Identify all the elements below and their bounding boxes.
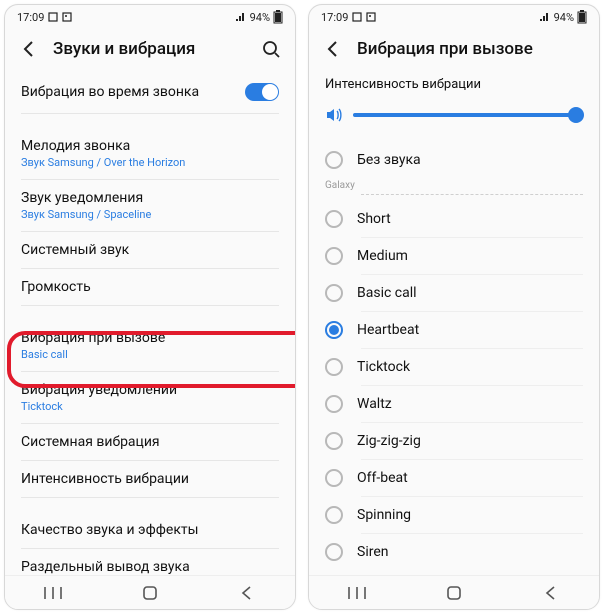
row-vibrate-on-call[interactable]: Вибрация во время звонка [5,73,295,113]
option-label: Spinning [357,507,411,523]
row-sub: Звук Samsung / Over the Horizon [21,156,279,169]
row-sub: Ticktock [21,400,279,413]
row-notif-vibration[interactable]: Вибрация уведомлений Ticktock [5,372,295,423]
intensity-slider-row [309,100,599,142]
option-siren[interactable]: Siren [309,534,599,570]
phone-left: 17:09 94% Звуки и вибрация Вибрация во в… [4,4,296,610]
vibration-options: Интенсивность вибрации Без звука Galaxy … [309,73,599,575]
radio-icon [325,247,343,265]
option-label: Без звука [357,152,421,168]
back-icon[interactable] [19,39,39,59]
gallery-icon [366,12,376,22]
nav-back-icon[interactable] [540,582,562,604]
radio-icon [325,284,343,302]
option-ticktock[interactable]: Ticktock [309,349,599,385]
row-split-output[interactable]: Раздельный вывод звука Воспроизведение з… [5,549,295,575]
status-time: 17:09 [321,11,348,24]
option-label: Basic call [357,285,417,301]
screenshot-icon [352,12,362,22]
row-label: Раздельный вывод звука [21,559,279,575]
status-bar: 17:09 94% [309,5,599,29]
radio-icon [325,210,343,228]
page-title: Вибрация при вызове [357,39,585,59]
search-icon[interactable] [261,39,281,59]
header: Вибрация при вызове [309,29,599,73]
option-short[interactable]: Short [309,201,599,237]
intensity-label: Интенсивность вибрации [309,73,599,100]
option-label: Off-beat [357,470,408,486]
sound-icon [325,106,343,124]
row-vib-intensity[interactable]: Интенсивность вибрации [5,461,295,497]
option-label: Heartbeat [357,322,419,338]
page-title: Звуки и вибрация [53,39,247,59]
screenshot-icon [48,12,58,22]
row-sound-quality[interactable]: Качество звука и эффекты [5,512,295,548]
battery-percent: 94% [250,11,270,24]
nav-bar [309,575,599,609]
option-basic[interactable]: Basic call [309,275,599,311]
radio-icon [325,321,343,339]
option-silent[interactable]: Без звука [309,142,599,178]
row-label: Системная вибрация [21,434,279,450]
row-notif-sound[interactable]: Звук уведомления Звук Samsung / Spacelin… [5,180,295,231]
radio-icon [325,506,343,524]
battery-icon [577,10,587,24]
nav-recents-icon[interactable] [346,582,368,604]
option-waltz[interactable]: Waltz [309,386,599,422]
row-system-sound[interactable]: Системный звук [5,232,295,268]
row-label: Интенсивность вибрации [21,471,279,487]
battery-percent: 94% [554,11,574,24]
radio-icon [325,395,343,413]
intensity-slider[interactable] [353,113,583,117]
row-label: Вибрация во время звонка [21,84,199,100]
row-label: Мелодия звонка [21,138,279,154]
nav-home-icon[interactable] [139,582,161,604]
option-label: Siren [357,544,389,560]
signal-icon [539,12,551,22]
toggle-vibrate[interactable] [245,83,279,101]
status-bar: 17:09 94% [5,5,295,29]
row-label: Качество звука и эффекты [21,522,279,538]
nav-bar [5,575,295,609]
radio-icon [325,543,343,561]
header: Звуки и вибрация [5,29,295,73]
row-volume[interactable]: Громкость [5,269,295,305]
battery-icon [273,10,283,24]
nav-recents-icon[interactable] [42,582,64,604]
row-label: Вибрация при вызове [21,330,279,346]
radio-icon [325,358,343,376]
option-label: Short [357,211,391,227]
option-label: Ticktock [357,359,410,375]
signal-icon [235,12,247,22]
row-system-vibration[interactable]: Системная вибрация [5,424,295,460]
phone-right: 17:09 94% Вибрация при вызове Интенсивно… [308,4,600,610]
option-offbeat[interactable]: Off-beat [309,460,599,496]
settings-list: Вибрация во время звонка Мелодия звонка … [5,73,295,575]
row-call-vibration[interactable]: Вибрация при вызове Basic call [5,320,295,371]
radio-icon [325,432,343,450]
row-label: Системный звук [21,242,279,258]
option-spinning[interactable]: Spinning [309,497,599,533]
row-sub: Basic call [21,348,279,361]
group-label: Galaxy [309,178,599,191]
nav-back-icon[interactable] [236,582,258,604]
option-medium[interactable]: Medium [309,238,599,274]
option-heartbeat[interactable]: Heartbeat [309,312,599,348]
status-time: 17:09 [17,11,44,24]
option-label: Medium [357,248,408,264]
option-zigzig[interactable]: Zig-zig-zig [309,423,599,459]
row-label: Звук уведомления [21,190,279,206]
row-ringtone[interactable]: Мелодия звонка Звук Samsung / Over the H… [5,128,295,179]
nav-home-icon[interactable] [443,582,465,604]
gallery-icon [62,12,72,22]
row-label: Вибрация уведомлений [21,382,279,398]
radio-icon [325,151,343,169]
row-sub: Звук Samsung / Spaceline [21,208,279,221]
option-label: Zig-zig-zig [357,433,421,449]
radio-icon [325,469,343,487]
option-label: Waltz [357,396,392,412]
back-icon[interactable] [323,39,343,59]
row-label: Громкость [21,279,279,295]
